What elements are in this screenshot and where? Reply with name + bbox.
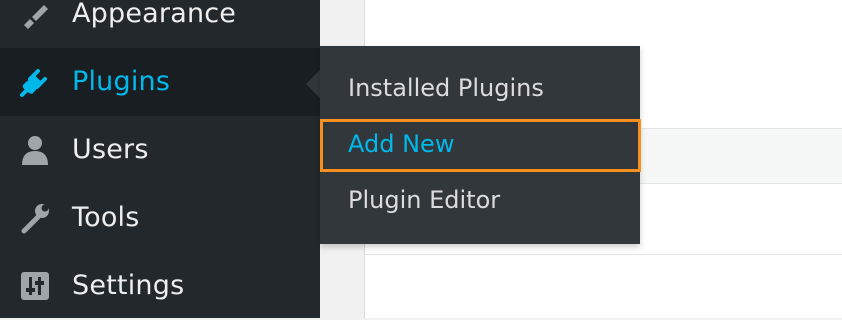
sidebar-item-label: Users [72,133,149,165]
plugin-plug-icon [18,65,52,99]
submenu-item-installed-plugins[interactable]: Installed Plugins [348,74,544,102]
sidebar-item-label: Tools [72,201,140,233]
sidebar-item-appearance[interactable]: Appearance [0,0,320,48]
flyout-pointer [306,70,320,98]
sidebar-item-users[interactable]: Users [0,116,320,184]
row-divider [365,254,842,255]
wrench-icon [18,201,52,235]
sidebar-item-tools[interactable]: Tools [0,184,320,252]
admin-sidebar: Appearance Plugins Users Tools Settings [0,0,320,318]
submenu-item-plugin-editor[interactable]: Plugin Editor [348,186,500,214]
sidebar-item-label: Appearance [72,0,237,29]
paintbrush-icon [18,0,52,31]
plugins-submenu: Installed Plugins Add New Plugin Editor [320,46,640,244]
sidebar-item-label: Settings [72,269,185,301]
sidebar-item-label: Plugins [72,65,171,97]
submenu-item-add-new[interactable]: Add New [348,130,454,158]
sliders-icon [18,269,52,303]
sidebar-item-plugins[interactable]: Plugins [0,48,320,116]
user-icon [18,133,52,167]
sidebar-item-settings[interactable]: Settings [0,252,320,320]
